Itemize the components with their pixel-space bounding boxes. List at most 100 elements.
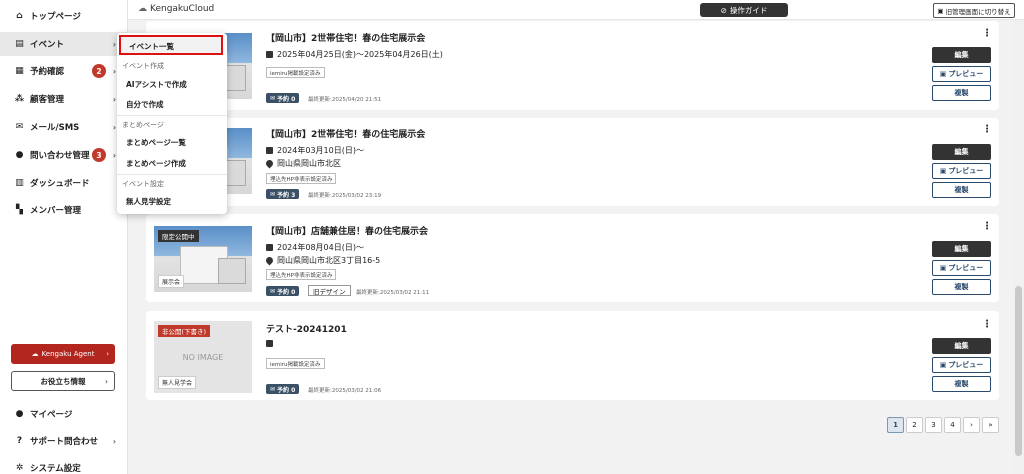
event-title[interactable]: 【岡山市】店舗兼住居！春の住宅展示会 (266, 224, 428, 237)
last-page-button[interactable]: » (982, 417, 999, 433)
calendar-icon (266, 147, 273, 154)
sidebar-item-reservations[interactable]: ▦ 予約確認 2 › (0, 59, 128, 83)
event-thumbnail[interactable]: 限定公開中 展示会 (154, 226, 252, 292)
event-title[interactable]: 【岡山市】2世帯住宅！春の住宅展示会 (266, 127, 425, 140)
copy-button[interactable]: 複製 (932, 85, 991, 101)
event-card: 限定公開中 展示会 【岡山市】店舗兼住居！春の住宅展示会 2024年08月04日… (146, 214, 999, 302)
submenu-divider (117, 174, 227, 175)
preview-button-label: プレビュー (948, 70, 984, 78)
person-icon: ● (15, 409, 24, 419)
chevron-right-icon: › (112, 436, 116, 446)
submenu-heading-create: イベント作成 (122, 62, 164, 70)
next-page-button[interactable]: › (963, 417, 980, 433)
copy-button[interactable]: 複製 (932, 182, 991, 198)
vertical-scrollbar[interactable] (1013, 20, 1024, 474)
customers-icon: ⁂ (14, 94, 25, 104)
sidebar-item-dashboard[interactable]: ▥ ダッシュボード (0, 171, 128, 195)
submenu-item-self-create[interactable]: 自分で作成 (126, 99, 164, 110)
event-date-text: 2024年08月04日(日)〜 (277, 243, 364, 252)
page-button-3[interactable]: 3 (925, 417, 942, 433)
reservation-count-badge[interactable]: ✉ 予約 3 (266, 189, 300, 199)
sidebar-item-label: イベント (30, 40, 65, 50)
submenu-item-ai-create[interactable]: AIアシストで作成 (126, 79, 187, 90)
event-date-text: 2024年03月10日(日)〜 (277, 146, 364, 155)
last-updated: 最終更新:2025/04/20 21:51 (308, 97, 382, 103)
event-type-tag: 展示会 (158, 275, 185, 288)
event-title[interactable]: 【岡山市】2世帯住宅！春の住宅展示会 (266, 31, 425, 44)
sidebar-item-settings[interactable]: ✲ システム設定 (0, 456, 128, 474)
reservation-count: 予約 0 (277, 386, 296, 394)
calendar-icon (266, 244, 273, 251)
submenu-item-summary-list[interactable]: まとめページ一覧 (126, 137, 186, 148)
preview-button[interactable]: ▣ プレビュー (932, 357, 991, 373)
sidebar-item-label: 問い合わせ管理 (30, 151, 90, 161)
house-shape (218, 258, 246, 284)
reservation-count-badge[interactable]: ✉ 予約 0 (266, 286, 300, 296)
mail-icon: ✉ (15, 122, 24, 132)
reservation-count: 予約 3 (277, 191, 296, 199)
sidebar-item-top[interactable]: ⌂ トップページ (0, 4, 128, 28)
switch-old-admin-button[interactable]: ▣ 旧管理画面に切り替え (933, 3, 1015, 18)
document-icon: ▤ (15, 39, 24, 49)
kengaku-agent-button[interactable]: ☁ Kengaku Agent › (11, 344, 115, 364)
calendar-icon: ▦ (15, 66, 24, 76)
preview-button[interactable]: ▣ プレビュー (932, 66, 991, 82)
sidebar-item-label: ダッシュボード (30, 179, 90, 189)
submenu-item-tour-settings[interactable]: 無人見学設定 (126, 196, 171, 207)
sidebar-item-mail[interactable]: ✉ メール/SMS › (0, 115, 128, 139)
chat-icon: ● (15, 150, 24, 160)
edit-button[interactable]: 編集 (932, 47, 991, 63)
compass-icon: ⊘ (720, 5, 727, 15)
more-menu-icon[interactable]: ⋮ (982, 28, 992, 39)
edit-button[interactable]: 編集 (932, 144, 991, 160)
useful-info-button[interactable]: お役立ち情報 › (11, 371, 115, 391)
sidebar-item-label: 顧客管理 (30, 95, 65, 105)
event-location-text: 岡山県岡山市北区 (277, 159, 341, 168)
preview-icon: ▣ (939, 264, 947, 272)
sidebar-item-event[interactable]: ▤ イベント › (0, 32, 128, 56)
location-pin-icon (264, 158, 275, 169)
more-menu-icon[interactable]: ⋮ (982, 221, 992, 232)
sidebar-item-label: システム設定 (30, 464, 81, 474)
sidebar-item-label: マイページ (30, 410, 73, 420)
event-thumbnail[interactable]: NO IMAGE 非公開(下書き) 無人見学会 (154, 321, 252, 393)
preview-icon: ▣ (939, 167, 947, 175)
copy-button[interactable]: 複製 (932, 376, 991, 392)
sidebar-item-mypage[interactable]: ● マイページ (0, 402, 128, 426)
mail-icon: ✉ (270, 385, 276, 393)
chevron-right-icon: › (112, 39, 116, 49)
sidebar-item-support[interactable]: ? サポート問合わせ › (0, 429, 128, 453)
event-title[interactable]: テスト-20241201 (266, 322, 347, 335)
agent-logo-icon: ☁ (31, 350, 39, 358)
more-menu-icon[interactable]: ⋮ (982, 124, 992, 135)
page-button-1[interactable]: 1 (887, 417, 904, 433)
switch-icon: ▣ (937, 6, 944, 15)
inquiries-badge: 3 (92, 148, 106, 162)
scrollbar-thumb[interactable] (1015, 286, 1022, 456)
reservation-count-badge[interactable]: ✉ 予約 0 (266, 384, 300, 394)
page-button-4[interactable]: 4 (944, 417, 961, 433)
chevron-right-icon: › (105, 376, 108, 386)
preview-button[interactable]: ▣ プレビュー (932, 163, 991, 179)
sidebar-item-inquiries[interactable]: ● 問い合わせ管理 3 › (0, 143, 128, 167)
submenu-item-event-list[interactable]: イベント一覧 (119, 35, 223, 55)
operation-guide-button[interactable]: ⊘ 操作ガイド (700, 3, 788, 17)
page-button-2[interactable]: 2 (906, 417, 923, 433)
status-chip: iemiru掲載設定済み (266, 358, 325, 369)
mail-icon: ✉ (270, 190, 276, 198)
event-date: 2025年04月25日(金)〜2025年04月26日(土) (266, 49, 443, 60)
reservation-count-badge[interactable]: ✉ 予約 0 (266, 93, 300, 103)
copy-button[interactable]: 複製 (932, 279, 991, 295)
more-menu-icon[interactable]: ⋮ (982, 319, 992, 330)
last-updated: 最終更新:2025/03/02 23:19 (308, 193, 382, 199)
reservations-badge: 2 (92, 64, 106, 78)
submenu-item-summary-create[interactable]: まとめページ作成 (126, 158, 186, 169)
sidebar-item-customers[interactable]: ⁂ 顧客管理 › (0, 87, 128, 111)
preview-button[interactable]: ▣ プレビュー (932, 260, 991, 276)
chevron-right-icon: › (112, 150, 116, 160)
edit-button[interactable]: 編集 (932, 338, 991, 354)
help-icon: ? (16, 436, 23, 446)
edit-button[interactable]: 編集 (932, 241, 991, 257)
event-card: 【岡山市】2世帯住宅！春の住宅展示会 2024年03月10日(日)〜 岡山県岡山… (146, 118, 999, 206)
sidebar-item-members[interactable]: ▚ メンバー管理 (0, 198, 128, 222)
